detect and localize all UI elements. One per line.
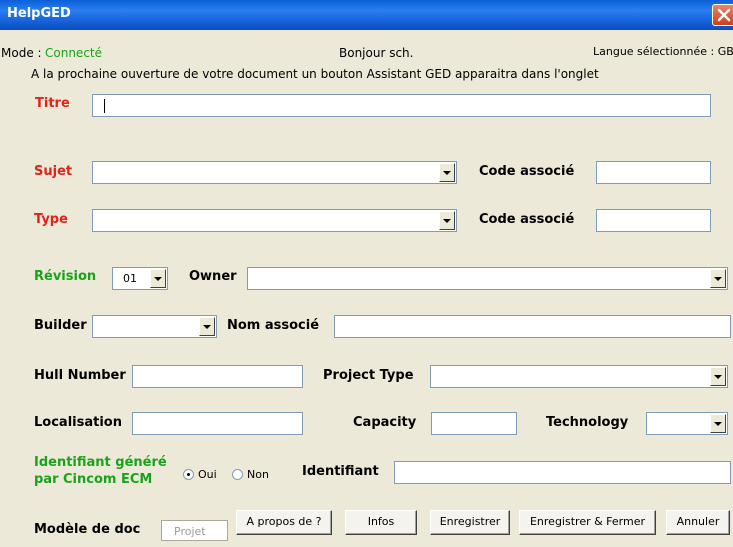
close-button[interactable] (712, 4, 733, 26)
info-text: A la prochaine ouverture de votre docume… (31, 67, 599, 81)
chevron-down-icon[interactable] (710, 367, 726, 386)
chevron-down-icon[interactable] (439, 211, 455, 230)
chevron-down-icon[interactable] (150, 269, 166, 288)
chevron-down-icon[interactable] (439, 163, 455, 182)
nom-associe-label: Nom associé (227, 318, 320, 333)
identifiant-label: Identifiant (302, 464, 379, 479)
chevron-down-icon[interactable] (199, 317, 215, 336)
sujet-label: Sujet (34, 164, 73, 179)
capacity-label: Capacity (353, 415, 417, 430)
type-label: Type (34, 212, 68, 227)
sujet-code-label: Code associé (479, 164, 575, 179)
type-select[interactable] (92, 209, 457, 232)
modele-doc-label: Modèle de doc (34, 522, 141, 537)
project-type-label: Project Type (323, 368, 414, 383)
chevron-down-icon[interactable] (710, 414, 726, 433)
language-text: Langue sélectionnée : GB (593, 45, 733, 58)
localisation-label: Localisation (34, 415, 122, 430)
radio-oui-label: Oui (198, 468, 217, 481)
radio-non[interactable] (232, 469, 243, 480)
type-code-label: Code associé (479, 212, 575, 227)
identifiant-genere-label-1: Identifiant généré (34, 455, 167, 470)
mode-value: Connecté (45, 46, 102, 60)
radio-oui[interactable] (183, 469, 194, 480)
type-code-input[interactable] (596, 209, 711, 232)
nom-associe-input[interactable] (334, 315, 731, 338)
capacity-input[interactable] (431, 412, 517, 435)
builder-label: Builder (34, 318, 87, 333)
identifiant-genere-label-2: par Cincom ECM (34, 472, 153, 487)
owner-label: Owner (189, 269, 237, 284)
enregistrer-fermer-button[interactable]: Enregistrer & Fermer (519, 510, 656, 535)
technology-select[interactable] (646, 412, 728, 435)
project-type-select[interactable] (430, 365, 728, 388)
modele-doc-input[interactable]: Projet (161, 520, 228, 541)
identifiant-input[interactable] (394, 461, 731, 484)
close-icon (717, 8, 731, 22)
revision-label: Révision (34, 269, 97, 284)
infos-button[interactable]: Infos (345, 510, 417, 535)
localisation-input[interactable] (132, 412, 303, 435)
greeting-text: Bonjour sch. (339, 46, 414, 60)
apropos-button[interactable]: A propos de ? (236, 510, 332, 535)
radio-non-label: Non (247, 468, 269, 481)
annuler-button[interactable]: Annuler (666, 510, 730, 535)
titre-input[interactable] (92, 94, 711, 117)
hull-number-input[interactable] (132, 365, 303, 388)
window-title: HelpGED (7, 6, 71, 21)
revision-select[interactable]: 01 (112, 267, 168, 290)
title-bar: HelpGED (0, 0, 733, 30)
chevron-down-icon[interactable] (710, 269, 726, 288)
mode-label: Mode : (1, 46, 42, 60)
text-caret (104, 99, 105, 113)
enregistrer-button[interactable]: Enregistrer (430, 510, 510, 535)
technology-label: Technology (546, 415, 629, 430)
owner-select[interactable] (247, 267, 728, 290)
hull-number-label: Hull Number (34, 368, 126, 383)
builder-select[interactable] (92, 315, 217, 338)
sujet-code-input[interactable] (596, 161, 711, 184)
titre-label: Titre (35, 96, 70, 111)
sujet-select[interactable] (92, 161, 457, 184)
